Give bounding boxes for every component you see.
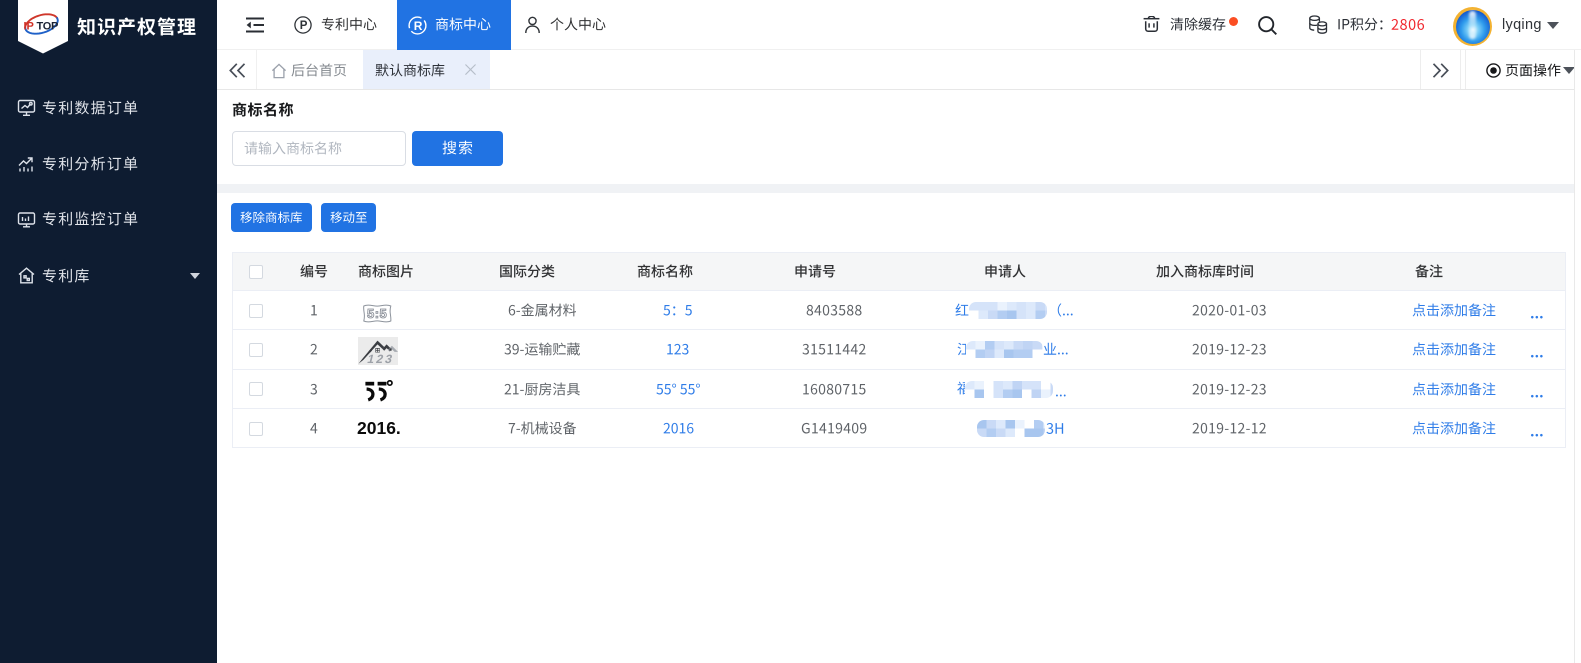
- svg-text:123: 123: [366, 352, 396, 365]
- svg-text:IP: IP: [24, 21, 34, 33]
- svg-text:P: P: [300, 20, 308, 32]
- svg-text:R: R: [414, 18, 423, 32]
- svg-text:5:5: 5:5: [367, 306, 387, 321]
- svg-text:TOP: TOP: [37, 21, 59, 33]
